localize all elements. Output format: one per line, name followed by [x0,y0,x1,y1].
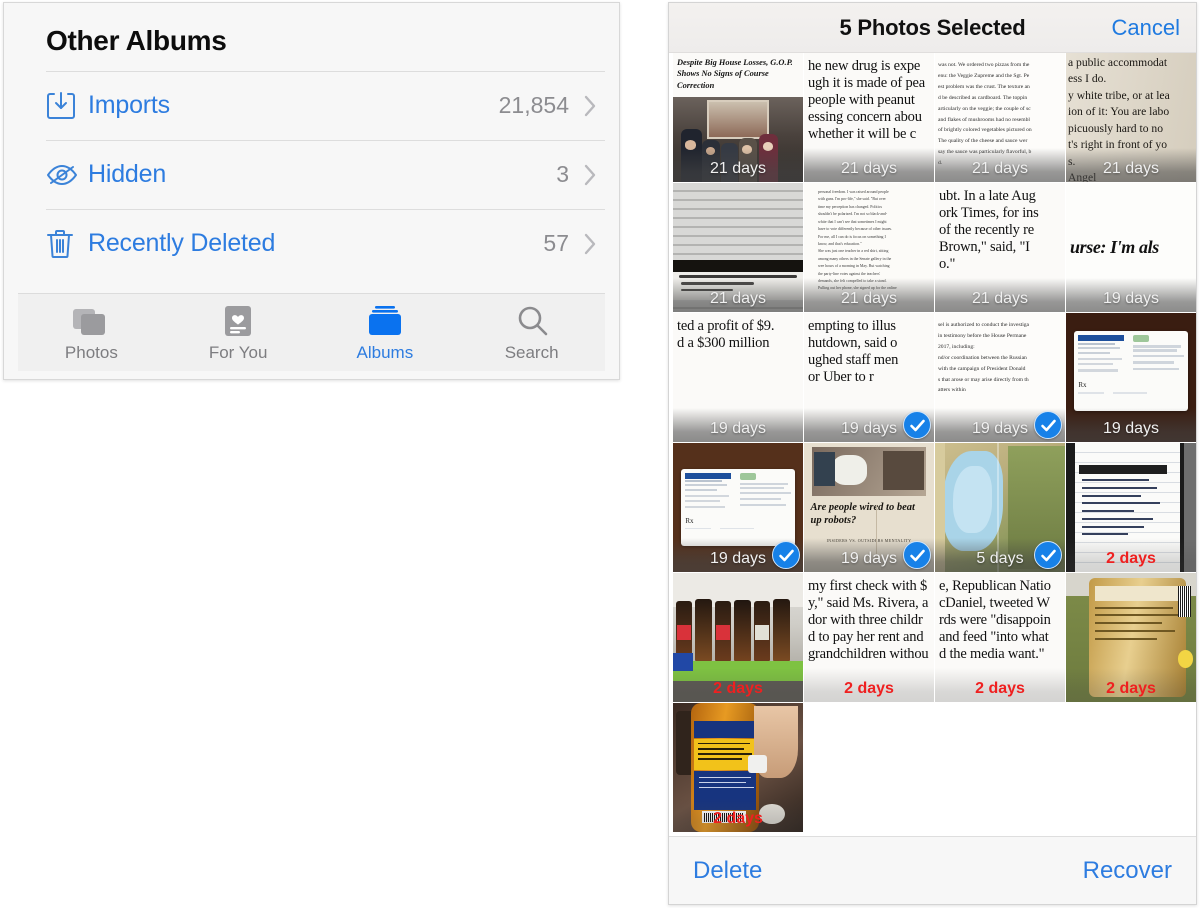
photo-thumbnail[interactable]: Despite Big House Losses, G.O.P. Shows N… [673,53,804,183]
tab-label: Photos [64,342,118,362]
albums-list: Imports 21,854 Hidden 3 Recently Deleted… [4,71,619,278]
recover-button[interactable]: Recover [1083,857,1172,885]
eye-slash-icon [46,162,88,188]
action-bar: Delete Recover [669,836,1196,904]
recently-deleted-panel: 5 Photos Selected Cancel Despite Big Hou… [668,2,1197,905]
selected-check-icon[interactable] [903,541,931,569]
foryou-icon [223,303,253,337]
selected-check-icon[interactable] [772,541,800,569]
photo-thumbnail-image: my first check with $ y," said Ms. Rivera… [804,573,934,702]
photo-thumbnail[interactable]: Are people wired to beat up robots? INSID… [804,443,935,573]
photo-thumbnail-image [673,573,803,702]
photo-thumbnail[interactable]: e, Republican Natio cDaniel, tweeted Wrds… [935,573,1066,703]
photo-thumbnail-image: e, Republican Natio cDaniel, tweeted Wrds… [935,573,1065,702]
photo-thumbnail-image [673,183,803,312]
photo-thumbnail[interactable]: was not. We ordered two pizzas from the e… [935,53,1066,183]
chevron-right-icon [583,94,597,118]
photo-thumbnail-image: a public accommodat ess I do. y white trib… [1066,53,1196,182]
tab-albums[interactable]: Albums [312,294,459,371]
photo-thumbnail[interactable]: a public accommodat ess I do. y white trib… [1066,53,1196,183]
album-count: 57 [543,230,569,256]
chevron-right-icon [583,232,597,256]
sidebar-item-label: Imports [88,91,170,119]
photo-thumbnail-image: ubt. In a late Aug ork Times, for ins of t… [935,183,1065,312]
photo-thumbnail-image: urse: I'm als [1066,183,1196,312]
tab-photos[interactable]: Photos [18,294,165,371]
tab-search[interactable]: Search [458,294,605,371]
chevron-right-icon [583,163,597,187]
photo-thumbnail[interactable]: he new drug is expe ugh it is made of pea… [804,53,935,183]
photo-thumbnail[interactable]: 2 days [673,573,804,703]
album-count: 3 [556,161,569,187]
photo-thumbnail[interactable]: 2 days [1066,573,1196,703]
photo-thumbnail[interactable]: Rx 19 days [673,443,804,573]
sidebar-item-hidden[interactable]: Hidden 3 [4,140,619,209]
photo-thumbnail-image: ted a profit of $9. d a $300 million [673,313,803,442]
photo-thumbnail[interactable]: Rx 19 days [1066,313,1196,443]
cancel-button[interactable]: Cancel [1112,15,1180,41]
selected-check-icon[interactable] [903,411,931,439]
photo-thumbnail-image: he new drug is expe ugh it is made of pea… [804,53,934,182]
photo-thumbnail-image [1066,443,1196,572]
tab-label: For You [208,342,268,362]
albums-icon [366,303,404,337]
page-title: Other Albums [46,25,227,56]
album-count: 21,854 [498,92,569,118]
selection-count-title: 5 Photos Selected [839,14,1026,40]
delete-button[interactable]: Delete [693,857,762,885]
photo-thumbnail[interactable]: empting to illus hutdown, said o ughed sta… [804,313,935,443]
photos-icon [73,303,109,337]
import-icon [46,90,88,122]
sidebar-item-label: Recently Deleted [88,229,276,257]
tab-label: Albums [356,342,414,362]
search-icon [516,303,548,337]
selected-check-icon[interactable] [1034,411,1062,439]
sidebar-item-label: Hidden [88,160,167,188]
photo-thumbnail[interactable]: 2 days [673,703,804,833]
albums-panel: Other Albums Imports 21,854 Hidden 3 Rec… [3,2,620,380]
photo-thumbnail-image: was not. We ordered two pizzas from the e… [935,53,1065,182]
tab-for-you[interactable]: For You [165,294,312,371]
trash-icon [46,228,88,260]
albums-header: Other Albums [4,3,619,71]
tab-label: Search [504,342,559,362]
photo-thumbnail[interactable]: sel is authorized to conduct the investi… [935,313,1066,443]
photo-thumbnail-image [673,703,803,832]
photo-thumbnail[interactable]: ted a profit of $9. d a $300 million 19 da… [673,313,804,443]
photo-thumbnail-image [1066,573,1196,702]
photo-thumbnail[interactable]: personal freedom. I was raised around pe… [804,183,935,313]
selected-check-icon[interactable] [1034,541,1062,569]
photo-thumbnail[interactable]: 21 days [673,183,804,313]
photo-thumbnail[interactable]: my first check with $ y," said Ms. Rivera… [804,573,935,703]
tab-bar: Photos For You Albums Search [18,293,605,371]
selection-header: 5 Photos Selected Cancel [669,3,1196,53]
photo-thumbnail[interactable]: urse: I'm als 19 days [1066,183,1196,313]
sidebar-item-imports[interactable]: Imports 21,854 [4,71,619,140]
photo-thumbnail-image: Despite Big House Losses, G.O.P. Shows N… [673,53,803,182]
photo-grid: Despite Big House Losses, G.O.P. Shows N… [673,53,1196,837]
photo-thumbnail[interactable]: 2 days [1066,443,1196,573]
photo-thumbnail[interactable]: 5 days [935,443,1066,573]
photo-thumbnail-image: personal freedom. I was raised around pe… [804,183,934,312]
photo-thumbnail[interactable]: ubt. In a late Aug ork Times, for ins of t… [935,183,1066,313]
photo-thumbnail-image: Rx [1066,313,1196,442]
sidebar-item-recently-deleted[interactable]: Recently Deleted 57 [4,209,619,278]
